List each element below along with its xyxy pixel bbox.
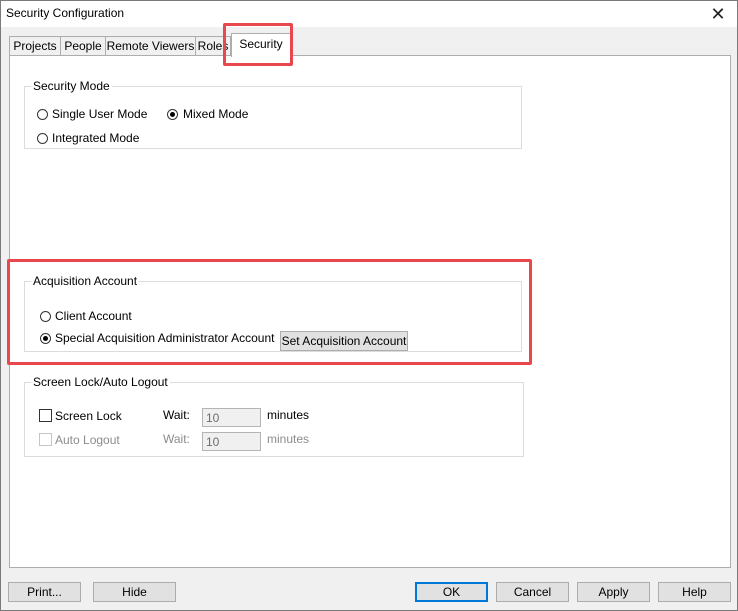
auto-logout-label[interactable]: Auto Logout <box>55 433 120 447</box>
auto-logout-wait-label: Wait: <box>163 432 190 446</box>
close-button[interactable]: ✕ <box>703 2 733 26</box>
window-title: Security Configuration <box>6 6 125 20</box>
acquisition-account-group: Acquisition Account Client Account Speci… <box>24 274 522 352</box>
auto-logout-checkbox[interactable] <box>39 433 52 446</box>
screen-lock-minutes-label: minutes <box>267 408 310 422</box>
mixed-mode-label[interactable]: Mixed Mode <box>183 107 248 121</box>
tab-roles[interactable]: Roles <box>195 36 231 56</box>
security-tab-panel: Security Mode Single User Mode Mixed Mod… <box>9 55 731 568</box>
screen-lock-legend: Screen Lock/Auto Logout <box>33 375 168 389</box>
mixed-mode-radio[interactable] <box>167 109 178 120</box>
auto-logout-wait-input[interactable] <box>202 432 261 451</box>
security-configuration-dialog: Security Configuration ✕ Projects People… <box>0 0 738 611</box>
screen-lock-label[interactable]: Screen Lock <box>55 409 122 423</box>
print-button[interactable]: Print... <box>8 582 81 602</box>
tab-remote-viewers[interactable]: Remote Viewers <box>105 36 196 56</box>
client-account-radio[interactable] <box>40 311 51 322</box>
tab-projects[interactable]: Projects <box>9 36 61 56</box>
security-mode-legend: Security Mode <box>33 79 110 93</box>
screen-lock-checkbox[interactable] <box>39 409 52 422</box>
single-user-mode-label[interactable]: Single User Mode <box>52 107 147 121</box>
security-mode-group: Security Mode Single User Mode Mixed Mod… <box>24 79 522 149</box>
apply-button[interactable]: Apply <box>577 582 650 602</box>
screen-lock-group: Screen Lock/Auto Logout Screen Lock Wait… <box>24 375 524 457</box>
close-icon: ✕ <box>710 4 726 24</box>
ok-button[interactable]: OK <box>415 582 488 602</box>
integrated-mode-label[interactable]: Integrated Mode <box>52 131 139 145</box>
set-acquisition-account-button[interactable]: Set Acquisition Account <box>280 331 408 351</box>
screen-lock-wait-input[interactable] <box>202 408 261 427</box>
client-account-label[interactable]: Client Account <box>55 309 132 323</box>
auto-logout-minutes-label: minutes <box>267 432 310 446</box>
integrated-mode-radio[interactable] <box>37 133 48 144</box>
hide-button[interactable]: Hide <box>93 582 176 602</box>
cancel-button[interactable]: Cancel <box>496 582 569 602</box>
acquisition-account-legend: Acquisition Account <box>33 274 138 288</box>
special-acquisition-admin-radio[interactable] <box>40 333 51 344</box>
tab-security[interactable]: Security <box>231 33 291 57</box>
single-user-mode-radio[interactable] <box>37 109 48 120</box>
title-bar: Security Configuration ✕ <box>1 1 737 27</box>
screen-lock-wait-label: Wait: <box>163 408 190 422</box>
special-acquisition-admin-label[interactable]: Special Acquisition Administrator Accoun… <box>55 331 274 345</box>
help-button[interactable]: Help <box>658 582 731 602</box>
tab-people[interactable]: People <box>60 36 106 56</box>
